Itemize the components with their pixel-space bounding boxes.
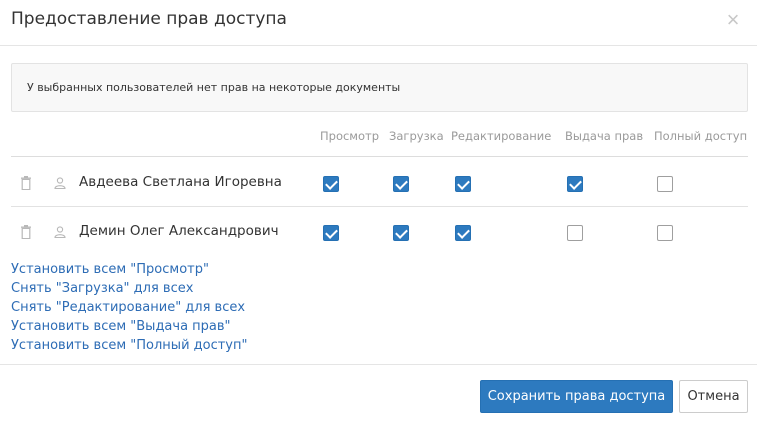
checkbox-view[interactable] <box>323 225 339 241</box>
row-divider <box>11 206 748 207</box>
unset-edit-link[interactable]: Снять "Редактирование" для всех <box>11 300 245 315</box>
access-rights-dialog: Предоставление прав доступа × У выбранны… <box>0 0 757 422</box>
footer-divider <box>0 364 757 365</box>
checkbox-upload[interactable] <box>393 176 409 192</box>
dialog-title: Предоставление прав доступа <box>11 9 287 29</box>
user-icon <box>54 225 66 239</box>
user-name: Авдеева Светлана Игоревна <box>79 174 282 190</box>
checkbox-full-access[interactable] <box>657 225 673 241</box>
column-header-upload: Загрузка <box>389 129 444 143</box>
checkbox-upload[interactable] <box>393 225 409 241</box>
info-alert: У выбранных пользователей нет прав на не… <box>11 63 748 112</box>
trash-icon[interactable] <box>20 225 32 240</box>
column-header-grant: Выдача прав <box>565 129 644 143</box>
dialog-header: Предоставление прав доступа × <box>0 0 757 46</box>
column-header-view: Просмотр <box>320 129 380 143</box>
trash-icon[interactable] <box>20 176 32 191</box>
close-icon[interactable]: × <box>722 7 744 33</box>
alert-text: У выбранных пользователей нет прав на не… <box>27 81 401 94</box>
checkbox-grant[interactable] <box>567 176 583 192</box>
unset-upload-link[interactable]: Снять "Загрузка" для всех <box>11 281 193 296</box>
checkbox-edit[interactable] <box>455 225 471 241</box>
cancel-button[interactable]: Отмена <box>679 380 748 413</box>
checkbox-view[interactable] <box>323 176 339 192</box>
checkbox-edit[interactable] <box>455 176 471 192</box>
set-all-grant-link[interactable]: Установить всем "Выдача прав" <box>11 319 231 334</box>
header-divider <box>11 156 748 157</box>
user-name: Демин Олег Александрович <box>79 223 279 239</box>
set-all-view-link[interactable]: Установить всем "Просмотр" <box>11 262 209 277</box>
column-header-full-access: Полный доступ <box>654 129 748 143</box>
set-all-full-access-link[interactable]: Установить всем "Полный доступ" <box>11 338 247 353</box>
save-access-button[interactable]: Сохранить права доступа <box>480 380 673 413</box>
user-icon <box>54 176 66 190</box>
column-header-edit: Редактирование <box>451 129 552 143</box>
checkbox-full-access[interactable] <box>657 176 673 192</box>
checkbox-grant[interactable] <box>567 225 583 241</box>
